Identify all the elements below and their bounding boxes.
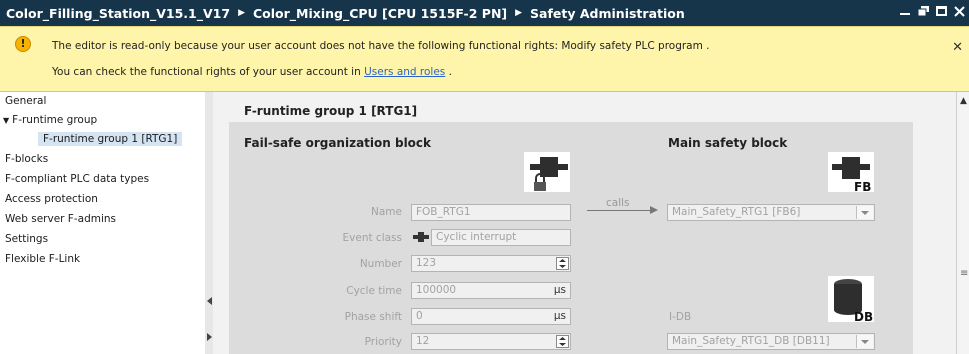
readonly-warning-bar <box>0 26 969 92</box>
expand-caret-icon[interactable]: ▼ <box>3 116 9 125</box>
name-label: Name <box>371 206 402 218</box>
phase-shift-unit: µs <box>553 310 566 322</box>
fb-block-icon: FB <box>828 152 874 194</box>
number-stepper-icon[interactable] <box>556 257 569 270</box>
warning-hint-suffix: . <box>445 66 452 78</box>
phase-shift-label: Phase shift <box>344 311 402 323</box>
cyclic-interrupt-icon <box>413 231 429 246</box>
chevron-down-icon[interactable] <box>856 206 873 219</box>
calls-label: calls <box>606 197 630 209</box>
close-icon[interactable]: ✕ <box>952 40 963 55</box>
main-safety-block-value: Main_Safety_RTG1 [FB6] <box>672 206 801 218</box>
nav-item-general[interactable]: General <box>5 95 46 107</box>
breadcrumb-separator-icon: ▶ <box>515 8 523 18</box>
phase-shift-value: 0 <box>416 310 423 322</box>
main-safety-section-title: Main safety block <box>668 136 788 150</box>
title-bar: Color_Filling_Station_V15.1_V17 ▶ Color_… <box>0 0 969 26</box>
scroll-up-icon[interactable]: ▲ <box>960 96 967 106</box>
nav-item-f-runtime-group-1[interactable]: F-runtime group 1 [RTG1] <box>38 132 183 146</box>
users-and-roles-link[interactable]: Users and roles <box>364 66 445 78</box>
close-icon[interactable] <box>953 4 965 18</box>
vertical-scrollbar[interactable]: ▲ ≡ <box>956 92 969 354</box>
number-value: 123 <box>416 257 437 269</box>
phase-shift-field[interactable]: 0 µs <box>411 308 571 325</box>
maximize-icon[interactable] <box>935 4 947 18</box>
calls-arrow-line <box>587 210 651 211</box>
breadcrumb-page: Safety Administration <box>530 5 685 21</box>
event-class-label: Event class <box>342 232 402 244</box>
priority-value: 12 <box>416 335 430 347</box>
page-title: F-runtime group 1 [RTG1] <box>244 104 418 118</box>
fob-block-icon <box>524 152 570 192</box>
cycle-time-label: Cycle time <box>346 285 402 297</box>
nav-item-f-compliant-plc-data-types[interactable]: F-compliant PLC data types <box>5 173 149 185</box>
db-block-icon: DB <box>828 276 874 324</box>
warning-hint-prefix: You can check the functional rights of y… <box>52 66 365 78</box>
expand-right-icon[interactable] <box>207 333 212 341</box>
nav-item-access-protection[interactable]: Access protection <box>5 193 98 205</box>
warning-hint: You can check the functional rights of y… <box>52 66 452 78</box>
restore-icon[interactable] <box>917 4 929 18</box>
fob-section-title: Fail-safe organization block <box>244 136 432 150</box>
nav-item-settings[interactable]: Settings <box>5 233 48 245</box>
idb-label: I-DB <box>669 311 692 323</box>
cycle-time-unit: µs <box>553 284 566 296</box>
cycle-time-field[interactable]: 100000 µs <box>411 282 571 299</box>
idb-select[interactable]: Main_Safety_RTG1_DB [DB11] <box>667 333 875 350</box>
breadcrumb-project[interactable]: Color_Filling_Station_V15.1_V17 <box>6 6 230 21</box>
priority-field[interactable]: 12 <box>411 333 571 350</box>
window-buttons <box>899 4 965 18</box>
event-class-field[interactable]: Cyclic interrupt <box>431 229 571 246</box>
name-field[interactable]: FOB_RTG1 <box>411 204 571 221</box>
idb-value: Main_Safety_RTG1_DB [DB11] <box>672 335 830 347</box>
nav-splitter[interactable] <box>205 92 213 354</box>
number-field[interactable]: 123 <box>411 255 571 272</box>
warning-icon: ! <box>15 36 31 52</box>
priority-label: Priority <box>364 336 402 348</box>
collapse-left-icon[interactable] <box>207 297 212 305</box>
arrow-right-icon <box>650 206 658 214</box>
nav-item-f-blocks[interactable]: F-blocks <box>5 153 48 165</box>
number-label: Number <box>359 258 402 270</box>
db-badge: DB <box>854 310 873 322</box>
nav-item-web-server-f-admins[interactable]: Web server F-admins <box>5 213 116 225</box>
warning-message: The editor is read-only because your use… <box>52 40 710 52</box>
nav-item-label: F-runtime group <box>12 114 98 126</box>
main-safety-block-select[interactable]: Main_Safety_RTG1 [FB6] <box>667 204 875 221</box>
minimize-icon[interactable] <box>899 4 911 18</box>
breadcrumb-separator-icon: ▶ <box>238 8 245 18</box>
priority-stepper-icon[interactable] <box>556 335 569 348</box>
scroll-grip-icon[interactable]: ≡ <box>960 268 968 279</box>
nav-item-f-runtime-group[interactable]: ▼ F-runtime group <box>3 114 97 126</box>
chevron-down-icon[interactable] <box>856 335 873 348</box>
cycle-time-value: 100000 <box>416 284 457 296</box>
navigation-tree: General ▼ F-runtime group F-runtime group… <box>0 92 205 354</box>
fb-badge: FB <box>854 180 871 192</box>
nav-item-flexible-f-link[interactable]: Flexible F-Link <box>5 253 80 265</box>
breadcrumb-cpu[interactable]: Color_Mixing_CPU [CPU 1515F-2 PN] <box>253 6 507 21</box>
